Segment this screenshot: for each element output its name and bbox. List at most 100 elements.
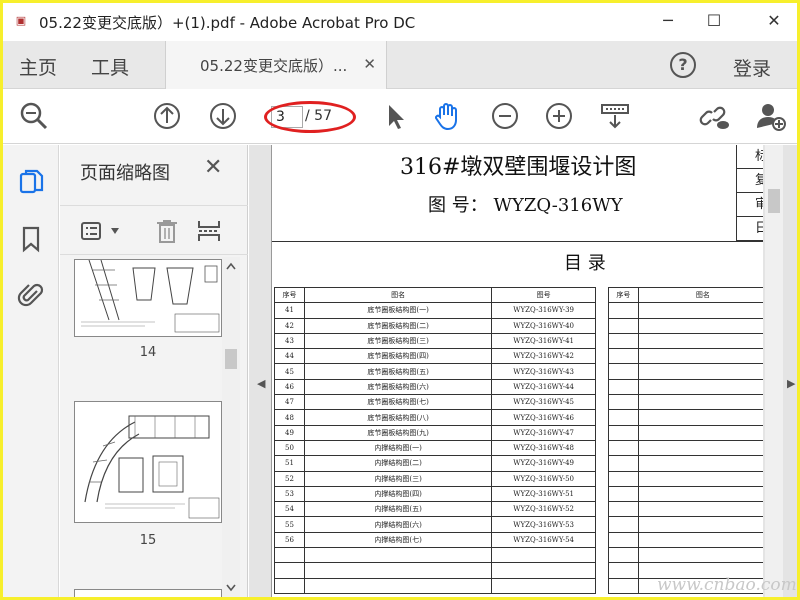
add-user-icon[interactable]	[755, 100, 787, 132]
table-cell: 54	[274, 501, 305, 518]
table-cell-empty	[608, 470, 639, 487]
login-button[interactable]: 登录	[733, 54, 771, 81]
table-cell: WYZQ-316WY-48	[491, 439, 596, 457]
table-cell-empty	[637, 348, 763, 365]
zoom-out-icon[interactable]	[489, 100, 521, 132]
hand-tool-icon[interactable]	[431, 100, 463, 132]
table-cell: 内撑结构图(六)	[303, 516, 493, 533]
document-tab-label: 05.22变更交底版）...	[200, 57, 348, 75]
table-cell: 底节圈板结构图(六)	[303, 378, 493, 396]
page-thumbnail[interactable]	[74, 401, 222, 523]
table-cell: 51	[274, 455, 305, 472]
table-cell-empty	[608, 455, 639, 472]
title-bar: ▣ 05.22变更交底版）+(1).pdf - Adobe Acrobat Pr…	[3, 3, 797, 39]
select-cursor-icon[interactable]	[379, 100, 411, 132]
table-cell: 53	[274, 485, 305, 503]
table-row	[274, 547, 596, 564]
watermark: www.cnbao.com	[657, 575, 797, 595]
attachment-icon[interactable]	[17, 281, 45, 309]
table-cell: 55	[274, 516, 305, 533]
thumbnail-scrollbar-thumb[interactable]	[225, 349, 237, 369]
document-viewer[interactable]: ◀ 316#墩双壁围堰设计图 图 号： WYZQ-316WY 标 复 审 日 目…	[249, 145, 797, 597]
thumbnail-page-number: 14	[139, 345, 157, 360]
help-icon[interactable]: ?	[670, 52, 696, 78]
table-cell-empty	[608, 516, 639, 533]
table-cell-empty	[491, 562, 596, 579]
chevron-down-icon[interactable]	[110, 226, 120, 236]
close-panel-icon[interactable]: ✕	[204, 155, 222, 180]
drawing-number: 图 号： WYZQ-316WY	[428, 195, 623, 216]
table-cell: 内撑结构图(七)	[303, 531, 493, 549]
table-cell-empty	[637, 531, 763, 549]
zoom-in-icon[interactable]	[543, 100, 575, 132]
delete-icon[interactable]	[154, 218, 180, 244]
signature-cell: 日	[737, 217, 763, 241]
table-cell: 底节圈板结构图(九)	[303, 424, 493, 441]
signature-cell: 标	[737, 145, 763, 169]
table-row	[274, 577, 596, 594]
minimize-button[interactable]: ─	[645, 3, 691, 39]
table-cell: 45	[274, 363, 305, 380]
page-up-icon[interactable]	[151, 100, 183, 132]
table-cell: 43	[274, 332, 305, 350]
thumbnail-scrollbar[interactable]	[222, 257, 240, 597]
table-cell-empty	[608, 378, 639, 396]
document-scrollbar[interactable]	[765, 145, 783, 597]
scroll-up-icon[interactable]	[225, 261, 237, 271]
panel-title: 页面缩略图	[80, 163, 170, 184]
thumbnail-page-number: 15	[139, 533, 157, 548]
share-link-icon[interactable]	[699, 100, 731, 132]
table-cell: 48	[274, 409, 305, 426]
tab-home[interactable]: 主页	[19, 53, 57, 80]
panel-toolbar	[60, 205, 248, 255]
table-cell-empty	[303, 577, 493, 594]
app-window: ▣ 05.22变更交底版）+(1).pdf - Adobe Acrobat Pr…	[3, 3, 797, 597]
table-row: 47 底节圈板结构图(七) WYZQ-316WY-45	[274, 394, 596, 411]
scroll-mode-icon[interactable]	[599, 100, 631, 132]
table-row: 45 底节圈板结构图(五) WYZQ-316WY-43	[274, 363, 596, 380]
table-cell-empty	[637, 363, 763, 380]
close-window-button[interactable]: ✕	[751, 3, 797, 39]
table-row: 53 内撑结构图(四) WYZQ-316WY-51	[274, 485, 596, 503]
table-cell-empty	[608, 317, 639, 334]
table-cell-empty	[608, 547, 639, 564]
tab-document[interactable]: 05.22变更交底版）... ✕	[165, 41, 387, 89]
table-row: 49 底节圈板结构图(九) WYZQ-316WY-47	[274, 424, 596, 441]
signature-block: 标 复 审 日	[736, 145, 763, 241]
page-down-icon[interactable]	[207, 100, 239, 132]
table-cell: 底节圈板结构图(八)	[303, 409, 493, 426]
table-cell: WYZQ-316WY-53	[491, 516, 596, 533]
table-cell: 底节圈板结构图(四)	[303, 348, 493, 365]
table-cell: 内撑结构图(三)	[303, 470, 493, 487]
table-cell: WYZQ-316WY-52	[491, 501, 596, 518]
table-cell: 47	[274, 394, 305, 411]
table-cell: 52	[274, 470, 305, 487]
table-cell: WYZQ-316WY-44	[491, 378, 596, 396]
page-thumbnails-icon[interactable]	[17, 167, 45, 195]
table-cell-empty	[637, 332, 763, 350]
document-scrollbar-thumb[interactable]	[768, 189, 780, 213]
options-menu-icon[interactable]	[80, 220, 106, 242]
page-thumbnail[interactable]	[74, 589, 222, 597]
table-cell: WYZQ-316WY-46	[491, 409, 596, 426]
page-thumbnail[interactable]	[74, 259, 222, 337]
table-row: 51 内撑结构图(二) WYZQ-316WY-49	[274, 455, 596, 472]
close-tab-icon[interactable]: ✕	[363, 55, 376, 73]
table-cell-empty	[608, 501, 639, 518]
table-cell: 41	[274, 302, 305, 319]
previous-page-arrow-icon[interactable]: ◀	[257, 377, 265, 390]
tab-tools[interactable]: 工具	[91, 53, 129, 80]
table-row	[608, 485, 763, 503]
table-cell: WYZQ-316WY-45	[491, 394, 596, 411]
maximize-button[interactable]: ☐	[691, 3, 737, 39]
table-cell: WYZQ-316WY-39	[491, 302, 596, 319]
insert-page-icon[interactable]	[196, 218, 222, 244]
table-row: 54 内撑结构图(五) WYZQ-316WY-52	[274, 501, 596, 518]
search-icon[interactable]	[18, 100, 50, 132]
next-page-arrow-icon[interactable]: ▶	[787, 377, 795, 390]
table-cell: 46	[274, 378, 305, 396]
table-cell-empty	[303, 562, 493, 579]
scroll-down-icon[interactable]	[225, 583, 237, 593]
table-cell-empty	[637, 317, 763, 334]
bookmark-icon[interactable]	[17, 225, 45, 253]
